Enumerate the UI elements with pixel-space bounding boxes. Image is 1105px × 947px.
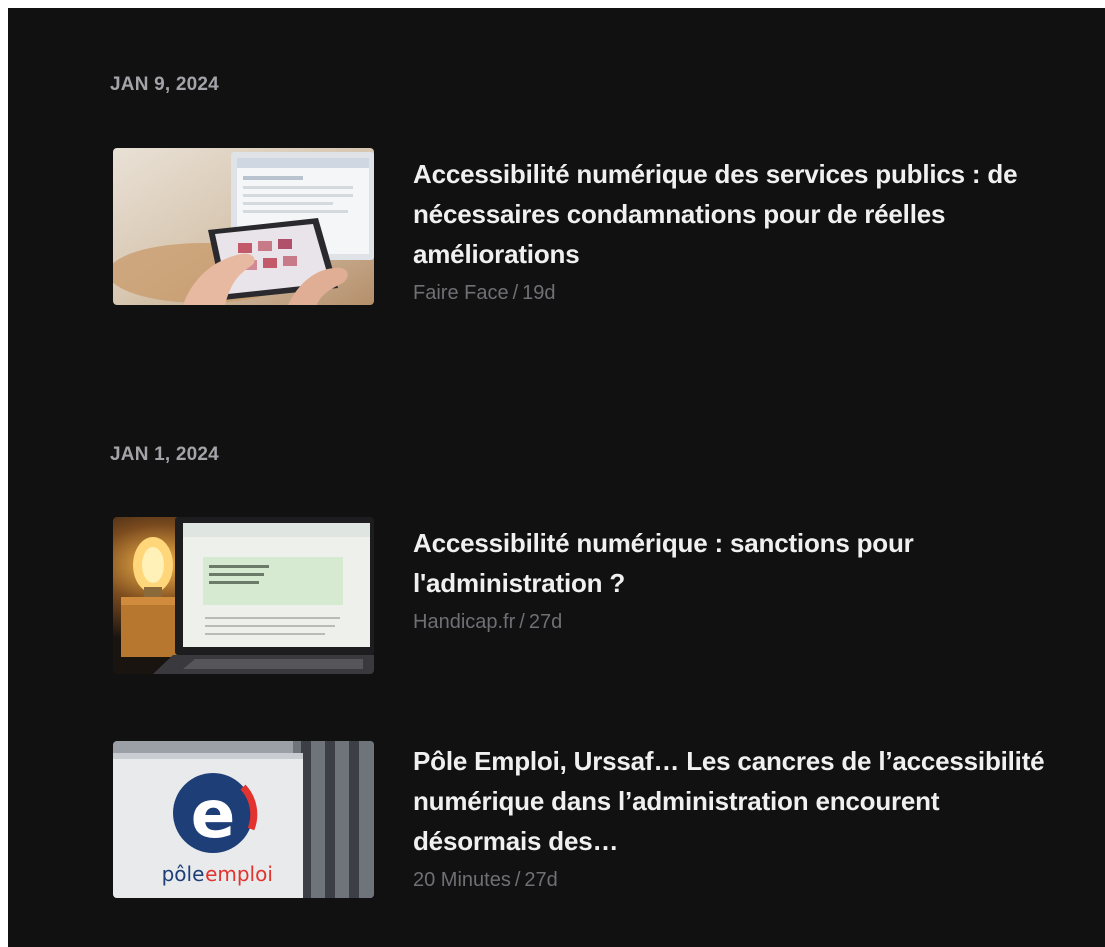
news-article-card[interactable]: Accessibilité numérique des services pub… (113, 148, 1063, 308)
pole-emploi-logo-text: pôle (162, 862, 205, 886)
tablet-photo-image (113, 148, 374, 305)
article-meta: Handicap.fr/27d (413, 607, 1053, 637)
news-article-card[interactable]: Accessibilité numérique : sanctions pour… (113, 517, 1063, 677)
article-info: Accessibilité numérique des services pub… (413, 148, 1053, 308)
svg-text:emploi: emploi (205, 862, 273, 886)
article-age: 27d (524, 869, 558, 891)
pole-emploi-sign-photo-image: e pôle emploi (113, 741, 374, 898)
article-thumbnail[interactable]: e pôle emploi (113, 741, 374, 898)
article-source: Handicap.fr (413, 611, 516, 633)
article-info: Accessibilité numérique : sanctions pour… (413, 517, 1053, 637)
article-meta: Faire Face/19d (413, 278, 1053, 308)
article-title[interactable]: Pôle Emploi, Urssaf… Les cancres de l’ac… (413, 741, 1053, 861)
meta-separator: / (514, 869, 521, 891)
news-article-card[interactable]: e pôle emploi Pôle Emploi, Urssaf… Les c… (113, 741, 1063, 901)
date-header: JAN 9, 2024 (110, 74, 219, 95)
news-feed-panel: JAN 9, 2024 Accessibilité numérique des … (8, 8, 1105, 947)
laptop-lamp-photo-image (113, 517, 374, 674)
article-source: Faire Face (413, 282, 509, 304)
date-header: JAN 1, 2024 (110, 444, 219, 465)
meta-separator: / (512, 282, 519, 304)
article-title[interactable]: Accessibilité numérique des services pub… (413, 154, 1053, 274)
article-meta: 20 Minutes/27d (413, 865, 1053, 895)
article-info: Pôle Emploi, Urssaf… Les cancres de l’ac… (413, 741, 1053, 895)
article-thumbnail[interactable] (113, 148, 374, 305)
meta-separator: / (519, 611, 525, 633)
article-title[interactable]: Accessibilité numérique : sanctions pour… (413, 523, 1053, 603)
article-source: 20 Minutes (413, 869, 511, 891)
article-age: 19d (522, 282, 556, 304)
article-age: 27d (528, 611, 563, 633)
article-thumbnail[interactable] (113, 517, 374, 674)
svg-text:e: e (191, 776, 236, 853)
